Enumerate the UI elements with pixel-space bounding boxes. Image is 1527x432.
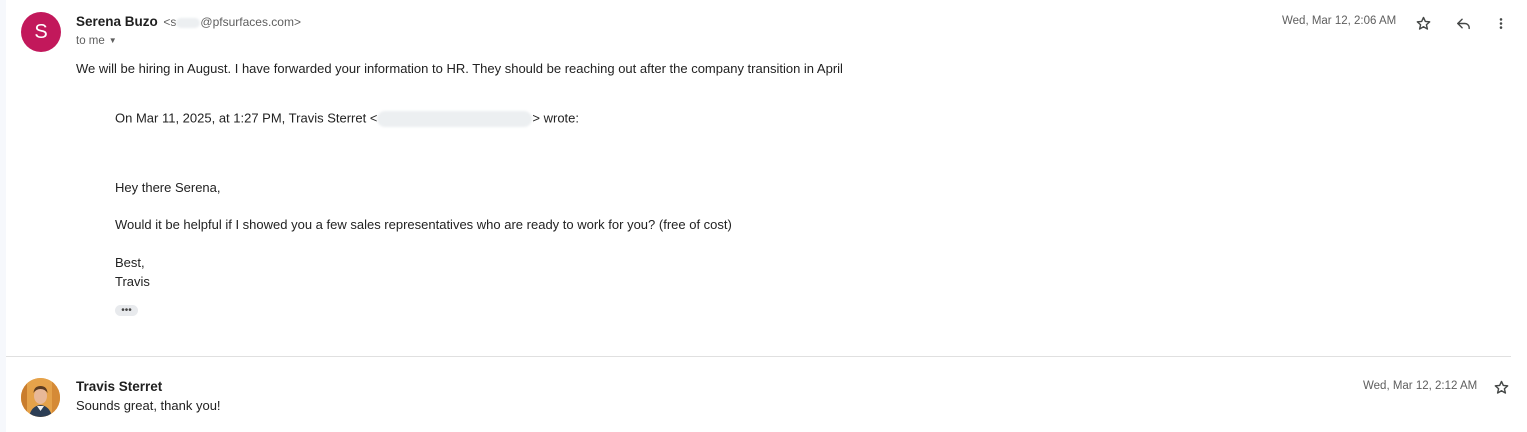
recipient-label: to me <box>76 35 105 47</box>
quote-signoff: Best, <box>115 255 145 270</box>
star-icon <box>1416 16 1430 30</box>
message-date: Wed, Mar 12, 2:12 AM <box>1363 380 1478 392</box>
avatar[interactable] <box>21 378 60 417</box>
quote-greeting: Hey there Serena, <box>115 180 221 195</box>
sender-email-prefix: <s <box>163 15 177 29</box>
email-message-collapsed[interactable]: Travis Sterret Sounds great, thank you! … <box>6 357 1527 432</box>
chevron-down-icon: ▼ <box>108 36 117 45</box>
quote-attribution: On Mar 11, 2025, at 1:27 PM, Travis Ster… <box>115 111 579 127</box>
message-snippet: Sounds great, thank you! <box>76 398 221 413</box>
quote-attribution-suffix: > wrote: <box>532 110 580 126</box>
sender-email[interactable]: <s @pfsurfaces.com> <box>163 15 301 29</box>
message-date: Wed, Mar 12, 2:06 AM <box>1282 15 1397 27</box>
redacted-email <box>377 111 533 127</box>
redacted-email-user <box>176 17 201 28</box>
sender-avatar[interactable]: S <box>21 12 61 52</box>
quote-body: Would it be helpful if I showed you a fe… <box>115 217 732 232</box>
sender-name[interactable]: Serena Buzo <box>76 14 158 29</box>
sender-line: Serena Buzo <s @pfsurfaces.com> <box>76 14 301 29</box>
star-icon <box>1494 380 1508 394</box>
recipient-details-toggle[interactable]: to me ▼ <box>76 35 117 47</box>
show-trimmed-content-button[interactable]: ••• <box>115 305 138 316</box>
more-options-button[interactable] <box>1490 12 1512 34</box>
reply-icon <box>1456 18 1470 29</box>
sender-name[interactable]: Travis Sterret <box>76 379 162 394</box>
star-button[interactable] <box>1412 12 1434 34</box>
more-vert-icon <box>1499 17 1503 29</box>
sender-email-domain: @pfsurfaces.com> <box>200 15 301 29</box>
message-body: We will be hiring in August. I have forw… <box>76 61 843 76</box>
star-button[interactable] <box>1490 376 1512 398</box>
reply-button[interactable] <box>1452 12 1474 34</box>
email-message-expanded: S Serena Buzo <s @pfsurfaces.com> to me ▼ … <box>6 0 1527 357</box>
avatar-photo-icon <box>21 378 60 417</box>
ellipsis-icon: ••• <box>121 304 132 316</box>
quote-signature: Travis <box>115 274 150 289</box>
quote-attribution-prefix: On Mar 11, 2025, at 1:27 PM, Travis Ster… <box>115 110 378 126</box>
